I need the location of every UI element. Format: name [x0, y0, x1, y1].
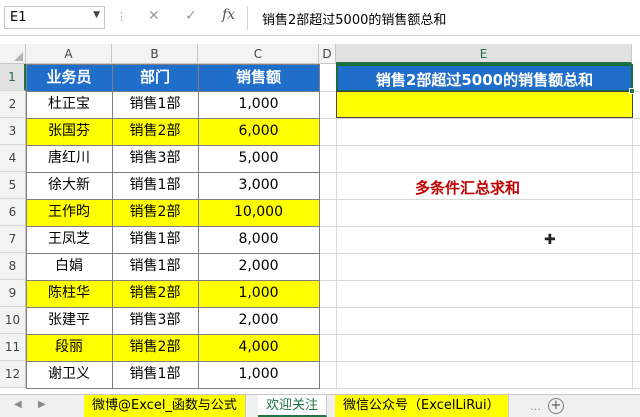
- cell-a11[interactable]: 段丽: [26, 334, 112, 361]
- name-box-value: E1: [10, 10, 27, 25]
- cell-c2[interactable]: 1,000: [198, 91, 319, 118]
- insert-function-icon[interactable]: fx: [222, 7, 235, 23]
- cell-b7[interactable]: 销售1部: [112, 226, 198, 253]
- cell-b4[interactable]: 销售3部: [112, 145, 198, 172]
- cell-c12[interactable]: 1,000: [198, 361, 319, 388]
- cell-a10[interactable]: 张建平: [26, 307, 112, 334]
- cell-c8[interactable]: 2,000: [198, 253, 319, 280]
- fill-handle[interactable]: [629, 88, 635, 94]
- resize-handle-icon[interactable]: ⋮: [116, 10, 127, 23]
- annotation-text: 多条件汇总求和: [415, 179, 521, 197]
- cell-b8[interactable]: 销售1部: [112, 253, 198, 280]
- cell-a4[interactable]: 唐红川: [26, 145, 112, 172]
- crosshair-cursor-icon: ✚: [544, 232, 556, 248]
- row-header-11[interactable]: 11: [0, 334, 26, 361]
- cell-a1[interactable]: 业务员: [26, 64, 112, 91]
- row-header-3[interactable]: 3: [0, 118, 26, 145]
- cancel-icon[interactable]: ✕: [148, 8, 160, 24]
- table-border: [26, 307, 320, 308]
- cell-c9[interactable]: 1,000: [198, 280, 319, 307]
- formula-bar: E1 ▼ ⋮ ✕ ✓ fx 销售2部超过5000的销售额总和: [0, 0, 640, 36]
- table-border: [26, 91, 320, 92]
- cell-b2[interactable]: 销售1部: [112, 91, 198, 118]
- sheet-tab-welcome[interactable]: 欢迎关注: [258, 395, 328, 417]
- table-border: [26, 172, 320, 173]
- cell-b11[interactable]: 销售2部: [112, 334, 198, 361]
- cell-c7[interactable]: 8,000: [198, 226, 319, 253]
- row-header-9[interactable]: 9: [0, 280, 26, 307]
- row-header-2[interactable]: 2: [0, 91, 26, 118]
- row-header-1[interactable]: 1: [0, 64, 26, 91]
- cell-a9[interactable]: 陈柱华: [26, 280, 112, 307]
- column-header-a[interactable]: A: [26, 44, 112, 64]
- formula-divider: [247, 6, 248, 30]
- column-header-b[interactable]: B: [112, 44, 198, 64]
- cell-a7[interactable]: 王凤芝: [26, 226, 112, 253]
- cell-a8[interactable]: 白娟: [26, 253, 112, 280]
- sheet-tab-weibo[interactable]: 微博@Excel_函数与公式: [84, 395, 246, 417]
- cell-c5[interactable]: 3,000: [198, 172, 319, 199]
- add-sheet-icon[interactable]: +: [548, 398, 564, 414]
- row-header-6[interactable]: 6: [0, 199, 26, 226]
- cell-a3[interactable]: 张国芬: [26, 118, 112, 145]
- cell-b12[interactable]: 销售1部: [112, 361, 198, 388]
- column-header-d[interactable]: D: [319, 44, 336, 64]
- cell-a5[interactable]: 徐大新: [26, 172, 112, 199]
- cell-b6[interactable]: 销售2部: [112, 199, 198, 226]
- cell-b5[interactable]: 销售1部: [112, 172, 198, 199]
- gridline: [319, 64, 320, 390]
- cell-b3[interactable]: 销售2部: [112, 118, 198, 145]
- table-border: [26, 334, 320, 335]
- formula-input[interactable]: 销售2部超过5000的销售额总和: [262, 9, 446, 28]
- cell-c6[interactable]: 10,000: [198, 199, 319, 226]
- chevron-down-icon[interactable]: ▼: [93, 10, 100, 20]
- table-border: [26, 145, 320, 146]
- row-header-5[interactable]: 5: [0, 172, 26, 199]
- more-sheets-icon[interactable]: …: [530, 400, 541, 413]
- table-border: [26, 226, 320, 227]
- enter-icon[interactable]: ✓: [185, 8, 197, 24]
- next-sheet-icon[interactable]: ▶: [38, 399, 46, 410]
- cell-e2[interactable]: [336, 91, 633, 118]
- table-border: [26, 253, 320, 254]
- cell-c3[interactable]: 6,000: [198, 118, 319, 145]
- table-border: [26, 361, 320, 362]
- row-header-7[interactable]: 7: [0, 226, 26, 253]
- cell-b1[interactable]: 部门: [112, 64, 198, 91]
- name-box[interactable]: E1 ▼: [4, 6, 105, 29]
- cell-c11[interactable]: 4,000: [198, 334, 319, 361]
- cell-a12[interactable]: 谢卫义: [26, 361, 112, 388]
- column-header-c[interactable]: C: [198, 44, 319, 64]
- sheet-tab-bar: ◀ ▶ 微博@Excel_函数与公式 欢迎关注 微信公众号（ExcelLiRui…: [0, 394, 640, 417]
- row-header-8[interactable]: 8: [0, 253, 26, 280]
- cell-c10[interactable]: 2,000: [198, 307, 319, 334]
- cell-a2[interactable]: 杜正宝: [26, 91, 112, 118]
- cell-c1[interactable]: 销售额: [198, 64, 319, 91]
- cell-a6[interactable]: 王作昀: [26, 199, 112, 226]
- table-border: [26, 118, 320, 119]
- cell-b10[interactable]: 销售3部: [112, 307, 198, 334]
- cell-c4[interactable]: 5,000: [198, 145, 319, 172]
- gridline: [26, 388, 640, 389]
- worksheet-grid[interactable]: 业务员 部门 销售额 杜正宝 销售1部 1,000 张国芬 销售2部 6,000…: [26, 64, 640, 390]
- row-header-4[interactable]: 4: [0, 145, 26, 172]
- select-all-button[interactable]: [0, 44, 26, 64]
- sheet-tab-wechat[interactable]: 微信公众号（ExcelLiRui）: [335, 395, 509, 417]
- table-border: [26, 280, 320, 281]
- select-all-icon: [14, 52, 23, 61]
- table-border: [26, 199, 320, 200]
- row-header-10[interactable]: 10: [0, 307, 26, 334]
- prev-sheet-icon[interactable]: ◀: [14, 399, 22, 410]
- column-header-e[interactable]: E: [336, 44, 632, 64]
- cell-b9[interactable]: 销售2部: [112, 280, 198, 307]
- cell-e1[interactable]: 销售2部超过5000的销售额总和: [336, 64, 633, 92]
- row-header-12[interactable]: 12: [0, 361, 26, 388]
